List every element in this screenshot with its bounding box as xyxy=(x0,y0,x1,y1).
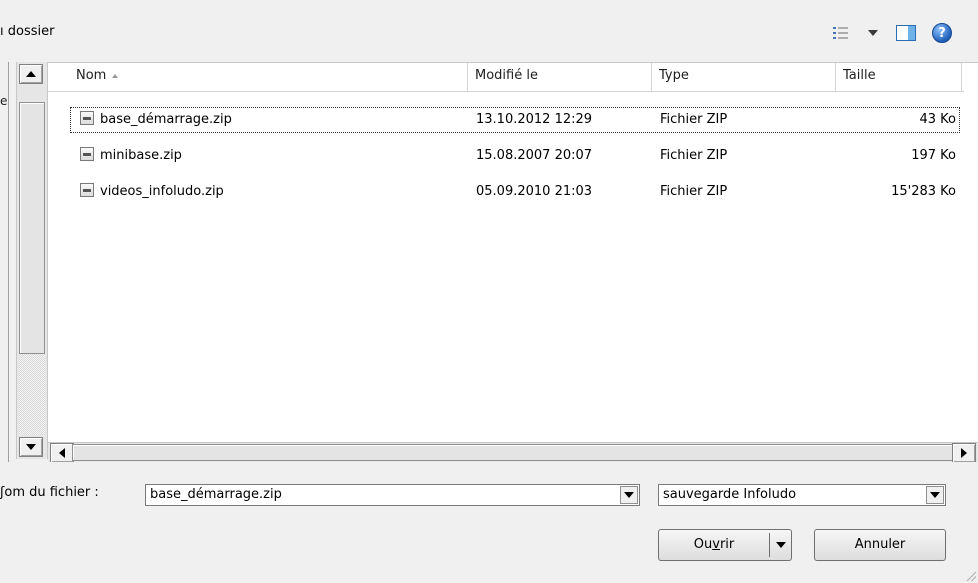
chevron-down-icon xyxy=(930,492,940,498)
toolbar-icons: ? xyxy=(832,22,952,44)
cancel-button[interactable]: Annuler xyxy=(814,529,946,561)
scroll-right-button[interactable] xyxy=(952,443,976,463)
scroll-up-button[interactable] xyxy=(19,64,43,84)
toolbar: ı dossier ? xyxy=(0,0,978,62)
file-name-text: minibase.zip xyxy=(100,148,182,163)
column-modified[interactable]: Modifié le xyxy=(468,63,652,91)
dialog-footer: ʃom du fichier : base_démarrage.zip sauv… xyxy=(0,462,978,583)
arrow-left-icon xyxy=(59,448,65,458)
file-type-filter-value: sauvegarde Infoludo xyxy=(663,487,797,502)
filename-label: ʃom du fichier : xyxy=(0,485,99,500)
filename-combobox[interactable]: base_démarrage.zip xyxy=(145,484,640,506)
column-name[interactable]: Nom xyxy=(48,63,468,91)
file-modified: 15.08.2007 20:07 xyxy=(476,148,593,163)
views-dropdown-icon[interactable] xyxy=(868,30,878,36)
file-size: 197 Ko xyxy=(911,148,956,163)
zip-file-icon xyxy=(80,111,94,125)
zip-file-icon xyxy=(80,147,94,161)
file-list: Nom Modifié le Type Taille base_démarrag… xyxy=(48,62,978,443)
arrow-down-icon xyxy=(26,444,36,450)
file-modified: 05.09.2010 21:03 xyxy=(476,184,593,199)
file-type: Fichier ZIP xyxy=(660,148,728,163)
file-row[interactable]: videos_infoludo.zip 05.09.2010 21:03 Fic… xyxy=(70,179,960,205)
column-size-label: Taille xyxy=(843,68,876,83)
scroll-thumb[interactable] xyxy=(19,102,45,354)
resize-grip-icon[interactable] xyxy=(964,569,976,581)
chevron-down-icon xyxy=(624,492,634,498)
preview-pane-icon[interactable] xyxy=(896,25,916,41)
file-type: Fichier ZIP xyxy=(660,112,728,127)
arrow-up-icon xyxy=(26,71,36,77)
file-size: 43 Ko xyxy=(919,112,956,127)
chevron-down-icon xyxy=(775,542,786,548)
file-name-text: videos_infoludo.zip xyxy=(100,184,224,199)
nav-vertical-scrollbar[interactable] xyxy=(16,62,48,459)
file-row[interactable]: minibase.zip 15.08.2007 20:07 Fichier ZI… xyxy=(70,143,960,169)
column-size[interactable]: Taille xyxy=(836,63,962,91)
file-row[interactable]: base_démarrage.zip 13.10.2012 12:29 Fich… xyxy=(70,107,960,133)
open-button-label: Ouvrir xyxy=(693,537,735,552)
scroll-left-button[interactable] xyxy=(50,443,74,463)
file-type-filter[interactable]: sauvegarde Infoludo xyxy=(658,484,946,506)
file-type-dropdown-button[interactable] xyxy=(926,486,944,504)
views-icon[interactable] xyxy=(832,25,850,41)
file-modified: 13.10.2012 12:29 xyxy=(476,112,593,127)
column-name-label: Nom xyxy=(76,68,107,83)
open-button[interactable]: Ouvrir xyxy=(658,529,792,561)
column-type[interactable]: Type xyxy=(652,63,836,91)
zip-file-icon xyxy=(80,183,94,197)
file-list-horizontal-scrollbar[interactable] xyxy=(48,442,978,463)
column-modified-label: Modifié le xyxy=(475,68,538,83)
file-size: 15'283 Ko xyxy=(891,184,956,199)
column-header: Nom Modifié le Type Taille xyxy=(48,63,964,92)
file-name: base_démarrage.zip xyxy=(80,107,232,133)
sort-ascending-icon xyxy=(112,73,119,78)
arrow-right-icon xyxy=(961,448,967,458)
nav-pane-text: e xyxy=(0,94,8,108)
open-options-button[interactable] xyxy=(770,530,791,560)
filename-dropdown-button[interactable] xyxy=(620,486,638,504)
help-icon[interactable]: ? xyxy=(932,23,952,43)
file-type: Fichier ZIP xyxy=(660,184,728,199)
column-type-label: Type xyxy=(659,68,689,83)
file-name-text: base_démarrage.zip xyxy=(100,112,232,127)
file-name: videos_infoludo.zip xyxy=(80,179,224,205)
folder-label: ı dossier xyxy=(0,24,55,39)
scroll-down-button[interactable] xyxy=(19,437,43,457)
file-name: minibase.zip xyxy=(80,143,182,169)
nav-pane-edge xyxy=(8,62,9,462)
horizontal-scroll-thumb[interactable] xyxy=(72,444,954,461)
filename-input[interactable]: base_démarrage.zip xyxy=(150,485,282,505)
